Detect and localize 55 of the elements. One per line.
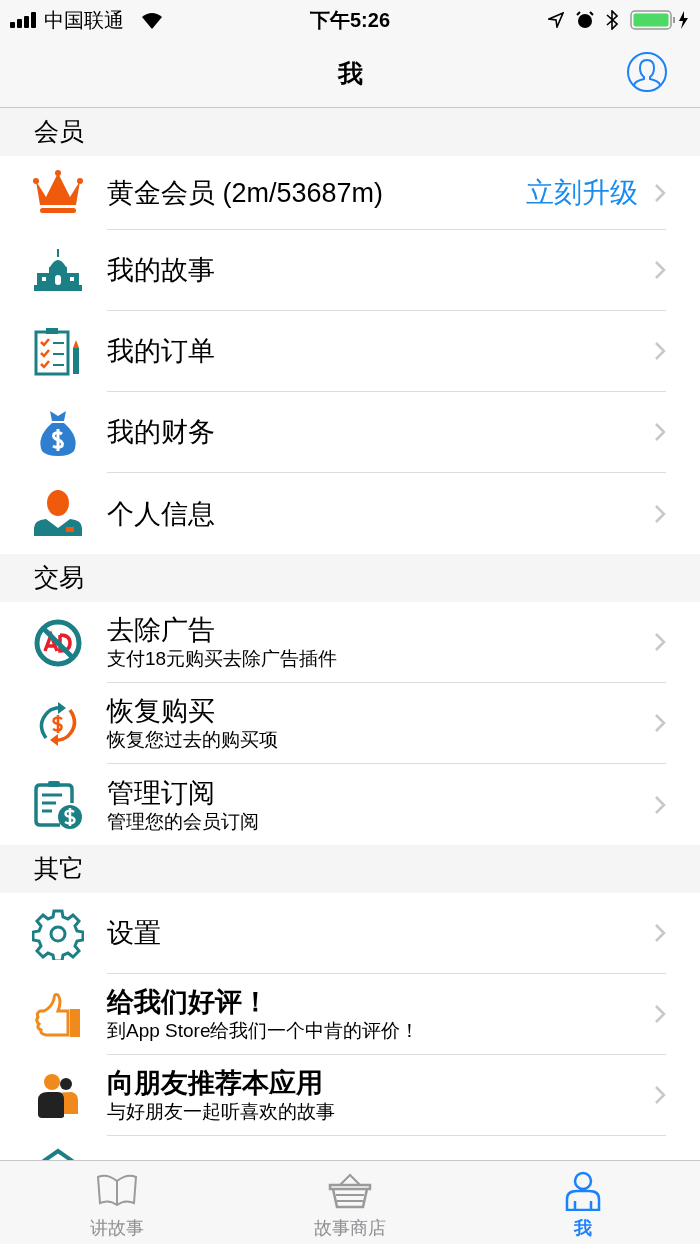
- chevron-right-icon: [654, 260, 666, 280]
- user-circle-icon: [626, 51, 668, 93]
- menu-row[interactable]: 个人信息: [0, 473, 700, 554]
- profile-button[interactable]: [626, 51, 668, 93]
- chevron-right-icon: [654, 422, 666, 442]
- bluetooth-icon: [606, 10, 618, 30]
- row-title: 设置: [107, 917, 162, 950]
- row-subtitle: 支付18元购买去除广告插件: [107, 647, 339, 671]
- menu-row[interactable]: 我的订单: [0, 311, 700, 392]
- wifi-icon: [140, 11, 164, 29]
- basket-icon: [328, 1171, 372, 1211]
- menu-row[interactable]: 我的故事: [0, 230, 700, 311]
- menu-row[interactable]: 黄金会员 (2m/53687m) 立刻升级: [0, 156, 700, 230]
- row-title: 黄金会员 (2m/53687m): [107, 176, 385, 210]
- row-title: 管理订阅: [107, 776, 216, 810]
- chevron-right-icon: [654, 1004, 666, 1024]
- settings-icon: [32, 907, 84, 960]
- page-title: 我: [337, 57, 363, 89]
- signal-icon: [10, 12, 38, 28]
- row-subtitle: 与好朋友一起听喜欢的故事: [107, 1100, 336, 1124]
- menu-row[interactable]: 管理订阅 管理您的会员订阅: [0, 764, 700, 845]
- row-title: 去除广告: [107, 614, 216, 647]
- menu-row[interactable]: 给我们好评！ 到App Store给我们一个中肯的评价！: [0, 974, 700, 1055]
- alarm-clock-icon: [576, 11, 594, 29]
- menu-row[interactable]: 去除广告 支付18元购买去除广告插件: [0, 602, 700, 683]
- row-title: 我的故事: [107, 254, 216, 287]
- row-title: 我的订单: [107, 335, 216, 368]
- row-title: 我的财务: [107, 416, 216, 449]
- row-subtitle: 恢复您过去的购买项: [107, 728, 279, 752]
- row-title: 个人信息: [107, 497, 216, 531]
- row-title: 恢复购买: [107, 695, 216, 728]
- battery-icon: [630, 10, 690, 30]
- chevron-right-icon: [654, 182, 666, 203]
- chevron-right-icon: [654, 1085, 666, 1105]
- document-dollar-icon: [32, 778, 84, 831]
- clock-time: 下午5:26: [309, 8, 391, 33]
- chevron-right-icon: [654, 923, 666, 943]
- section-header: 交易: [0, 554, 700, 602]
- chevron-right-icon: [654, 794, 666, 815]
- menu-row[interactable]: 设置: [0, 893, 700, 974]
- row-subtitle: 到App Store给我们一个中肯的评价！: [107, 1019, 421, 1043]
- menu-row[interactable]: 向朋友推荐本应用 与好朋友一起听喜欢的故事: [0, 1055, 700, 1136]
- menu-row[interactable]: 恢复购买 恢复您过去的购买项: [0, 683, 700, 764]
- chevron-right-icon: [654, 713, 666, 733]
- carrier-name: 中国联通: [44, 8, 124, 33]
- section-header: 会员: [0, 108, 700, 156]
- section-header: 其它: [0, 845, 700, 893]
- chevron-right-icon: [654, 632, 666, 652]
- menu-row[interactable]: 我的财务: [0, 392, 700, 473]
- chevron-right-icon: [654, 341, 666, 361]
- chevron-right-icon: [654, 503, 666, 524]
- location-arrow-icon: [548, 12, 564, 28]
- row-subtitle: 管理您的会员订阅: [107, 809, 260, 834]
- row-title: 给我们好评！: [107, 986, 270, 1019]
- row-title: 向朋友推荐本应用: [107, 1067, 324, 1100]
